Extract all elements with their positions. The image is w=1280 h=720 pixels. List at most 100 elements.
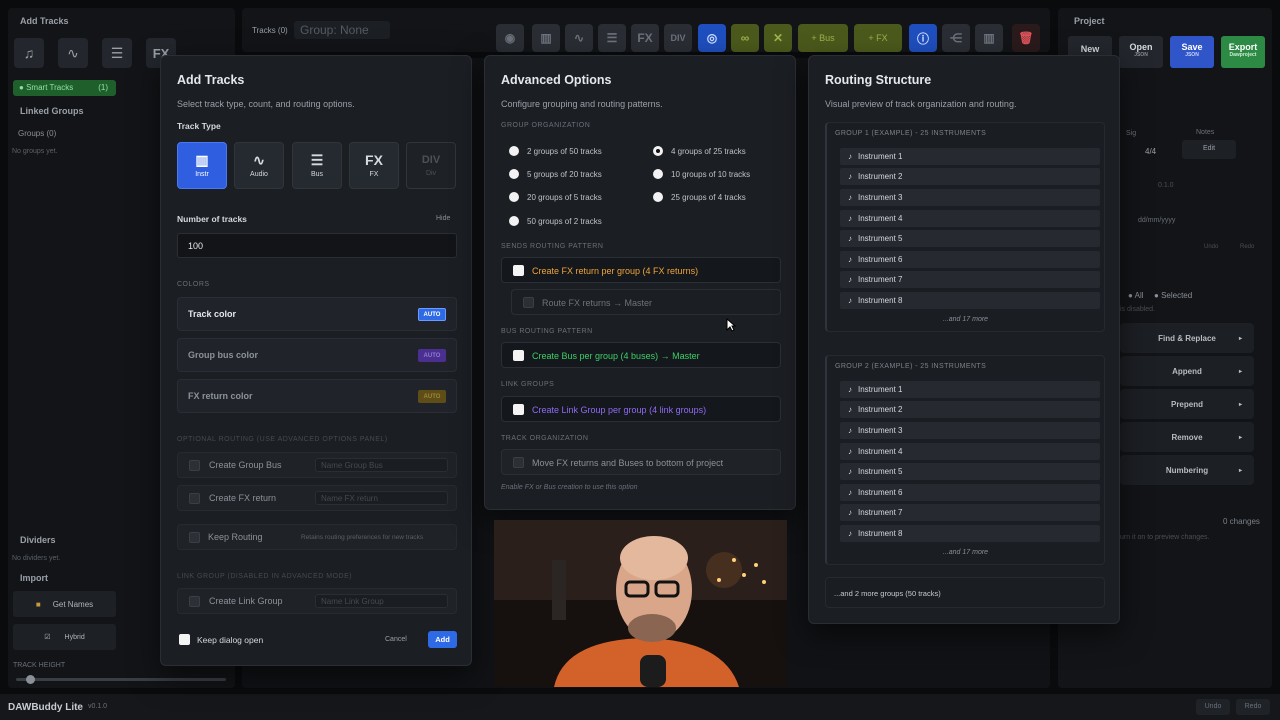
group-bus-name-input[interactable]: Name Group Bus xyxy=(315,458,448,472)
piano-icon[interactable]: ▥ xyxy=(532,24,560,52)
add-button[interactable]: Add xyxy=(428,631,457,648)
type-div-button[interactable]: DIV Div xyxy=(406,142,456,189)
radio-50x2[interactable]: 50 groups of 2 tracks xyxy=(509,216,602,226)
create-group-bus-checkbox[interactable] xyxy=(189,460,200,471)
create-bus-option[interactable]: Create Bus per group (4 buses) → Master xyxy=(501,342,781,368)
move-fx-option[interactable]: Move FX returns and Buses to bottom of p… xyxy=(501,449,781,475)
hybrid-button[interactable]: ☑ Hybrid xyxy=(13,624,116,650)
create-link-group-label: Create Link Group xyxy=(209,596,283,606)
open-button[interactable]: Open JSON xyxy=(1119,36,1163,68)
scope-all-radio[interactable]: ● All xyxy=(1128,291,1144,300)
date-field[interactable]: dd/mm/yyyy xyxy=(1138,217,1175,224)
leaf-icon: ● xyxy=(19,83,24,92)
open-label: Open xyxy=(1129,42,1153,52)
type-bus-button[interactable]: ☰ Bus xyxy=(292,142,342,189)
footer-redo[interactable]: Redo xyxy=(1236,699,1270,715)
notes-edit-button[interactable]: Edit xyxy=(1182,140,1236,159)
hide-button[interactable]: Hide xyxy=(436,215,450,222)
smart-tracks-button[interactable]: ● Smart Tracks (1) xyxy=(13,80,116,96)
numbering-button[interactable]: Numbering ▸ xyxy=(1120,455,1254,485)
instrument-item: ♪ Instrument 8 xyxy=(840,525,1100,542)
keep-routing-label: Keep Routing xyxy=(208,532,263,542)
append-button[interactable]: Append ▸ xyxy=(1120,356,1254,386)
slider-thumb[interactable] xyxy=(26,675,35,684)
link-icon[interactable]: ∞ xyxy=(731,24,759,52)
mixer-icon[interactable]: ☰ xyxy=(598,24,626,52)
keep-routing-checkbox[interactable] xyxy=(189,532,200,543)
create-fx-return-checkbox[interactable] xyxy=(189,493,200,504)
save-button[interactable]: Save JSON xyxy=(1170,36,1214,68)
track-color-label: Track color xyxy=(188,309,237,319)
track-height-slider[interactable] xyxy=(16,675,226,684)
instrument-item: ♪ Instrument 3 xyxy=(840,189,1100,206)
notes-label: Notes xyxy=(1196,129,1215,136)
eye-icon[interactable]: ◎ xyxy=(698,24,726,52)
radio-25x4[interactable]: 25 groups of 4 tracks xyxy=(653,192,746,202)
note-icon: ♪ xyxy=(848,467,852,476)
route-fx-option[interactable]: Route FX returns → Master xyxy=(511,289,781,315)
create-link-option[interactable]: Create Link Group per group (4 link grou… xyxy=(501,396,781,422)
checkbox[interactable] xyxy=(513,350,524,361)
fx-icon[interactable]: FX xyxy=(631,24,659,52)
route-icon[interactable]: ⋲ xyxy=(942,24,970,52)
keep-dialog-open-checkbox[interactable] xyxy=(179,634,190,645)
fx-return-name-input[interactable]: Name FX return xyxy=(315,491,448,505)
prepend-button[interactable]: Prepend ▸ xyxy=(1120,389,1254,419)
group-select[interactable]: Group: None xyxy=(294,21,390,39)
top-toolbar: Tracks (0) Group: None ◉ ▥ ∿ ☰ FX DIV ◎ … xyxy=(242,8,1050,52)
rp-undo[interactable]: Undo xyxy=(1204,244,1218,250)
footer-undo[interactable]: Undo xyxy=(1196,699,1230,715)
cancel-button[interactable]: Cancel xyxy=(385,636,407,643)
type-fx-button[interactable]: FX FX xyxy=(349,142,399,189)
remove-button[interactable]: Remove ▸ xyxy=(1120,422,1254,452)
radio-5x20[interactable]: 5 groups of 20 tracks xyxy=(509,169,602,179)
create-fx-return-option[interactable]: Create FX return per group (4 FX returns… xyxy=(501,257,781,283)
instrument-item: ♪ Instrument 5 xyxy=(840,463,1100,480)
checkbox[interactable] xyxy=(523,297,534,308)
auto-badge[interactable]: AUTO xyxy=(418,349,446,362)
checkbox[interactable] xyxy=(513,457,524,468)
trash-icon[interactable]: 🗑 xyxy=(1012,24,1040,52)
piano-alt-icon[interactable]: ▥ xyxy=(975,24,1003,52)
waveform-icon[interactable]: ∿ xyxy=(58,38,88,68)
instrument-item: ♪ Instrument 1 xyxy=(840,381,1100,398)
unlink-icon[interactable]: ✕ xyxy=(764,24,792,52)
div-icon[interactable]: DIV xyxy=(664,24,692,52)
waveform-icon[interactable]: ∿ xyxy=(565,24,593,52)
add-fx-button[interactable]: + FX xyxy=(854,24,902,52)
radio-2x50[interactable]: 2 groups of 50 tracks xyxy=(509,146,602,156)
keep-routing-row[interactable]: Keep Routing Retains routing preferences … xyxy=(177,524,457,550)
note-icon: ♪ xyxy=(848,214,852,223)
scope-selected-radio[interactable]: ● Selected xyxy=(1154,291,1192,300)
type-instr-button[interactable]: ▥ Instr xyxy=(177,142,227,189)
radio-20x5[interactable]: 20 groups of 5 tracks xyxy=(509,192,602,202)
num-tracks-input[interactable]: 100 xyxy=(177,233,457,258)
checkbox[interactable] xyxy=(513,404,524,415)
export-button[interactable]: Export Dawproject xyxy=(1221,36,1265,68)
piano-icon[interactable]: ♫ xyxy=(14,38,44,68)
add-bus-button[interactable]: + Bus xyxy=(798,24,848,52)
create-link-group-checkbox[interactable] xyxy=(189,596,200,607)
mixer-icon[interactable]: ☰ xyxy=(102,38,132,68)
link-group-name-input[interactable]: Name Link Group xyxy=(315,594,448,608)
auto-badge[interactable]: AUTO xyxy=(418,390,446,403)
find-replace-button[interactable]: Find & Replace ▸ xyxy=(1120,323,1254,353)
auto-badge[interactable]: AUTO xyxy=(418,308,446,321)
checkbox[interactable] xyxy=(513,265,524,276)
create-fx-return-row[interactable]: Create FX return Name FX return xyxy=(177,485,457,511)
fx-return-color-row[interactable]: FX return color AUTO xyxy=(177,379,457,413)
group-bus-color-row[interactable]: Group bus color AUTO xyxy=(177,338,457,372)
group-header: GROUP 1 (EXAMPLE) - 25 INSTRUMENTS xyxy=(835,130,987,137)
create-link-group-row[interactable]: Create Link Group Name Link Group xyxy=(177,588,457,614)
track-color-row[interactable]: Track color AUTO xyxy=(177,297,457,331)
info-icon[interactable]: ⓘ xyxy=(909,24,937,52)
sig-value[interactable]: 4/4 xyxy=(1145,147,1156,156)
radio-10x10[interactable]: 10 groups of 10 tracks xyxy=(653,169,750,179)
rp-redo[interactable]: Redo xyxy=(1240,244,1254,250)
radio-4x25[interactable]: 4 groups of 25 tracks xyxy=(653,146,746,156)
save-label: Save xyxy=(1181,42,1203,52)
get-names-button[interactable]: ■ Get Names xyxy=(13,591,116,617)
type-audio-button[interactable]: ∿ Audio xyxy=(234,142,284,189)
create-group-bus-row[interactable]: Create Group Bus Name Group Bus xyxy=(177,452,457,478)
palette-icon[interactable]: ◉ xyxy=(496,24,524,52)
